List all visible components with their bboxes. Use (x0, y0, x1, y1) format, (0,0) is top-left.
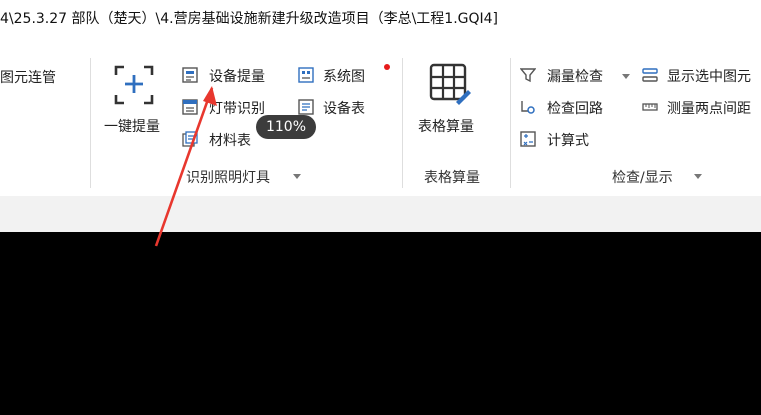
group-expand-caret[interactable] (293, 174, 301, 179)
system-diagram-icon (298, 67, 314, 83)
check-loop-label: 检查回路 (547, 101, 603, 117)
one-key-quantity-icon (114, 65, 154, 105)
identify-lighting-group-label: 识别照明灯具 (186, 170, 270, 186)
missing-check-label: 漏量检查 (547, 69, 603, 85)
table-calc-icon (429, 63, 471, 105)
system-diagram-button[interactable]: 系统图 (298, 64, 384, 86)
material-table-icon (182, 131, 198, 147)
window-title: 4\25.3.27 部队（楚天）\4.营房基础设施新建升级改造项目（李总\工程1… (0, 11, 499, 27)
formula-button[interactable]: 计算式 (520, 128, 610, 150)
drawing-canvas[interactable] (0, 232, 761, 415)
light-strip-recognize-label: 灯带识别 (209, 101, 265, 117)
system-diagram-label: 系统图 (323, 69, 365, 85)
device-table-button[interactable]: 设备表 (298, 96, 384, 118)
missing-check-dropdown-icon[interactable] (622, 74, 630, 79)
show-selected-label: 显示选中图元 (667, 69, 751, 85)
material-table-label: 材料表 (209, 133, 251, 149)
group-separator (510, 58, 511, 188)
table-calc-label: 表格算量 (418, 119, 474, 135)
check-loop-button[interactable]: 检查回路 (520, 96, 620, 118)
device-table-label: 设备表 (323, 101, 365, 117)
table-calc-group-label: 表格算量 (424, 170, 480, 186)
group-separator (90, 58, 91, 188)
formula-label: 计算式 (547, 133, 589, 149)
measure-distance-button[interactable]: 测量两点间距 (642, 96, 761, 118)
ruler-icon (642, 103, 658, 111)
missing-check-button[interactable]: 漏量检查 (520, 64, 632, 86)
device-table-icon (298, 99, 314, 115)
device-quantity-button[interactable]: 设备提量 (182, 64, 282, 86)
device-quantity-icon (182, 67, 198, 83)
group-separator (402, 58, 403, 188)
partial-ribbon-item[interactable]: 图元连管 (0, 67, 56, 87)
ribbon: 图元连管 一键提量 设备提量 灯带识别 材料表 系统图 设备表 识别照明灯具 表… (0, 34, 761, 197)
new-feature-dot (384, 64, 390, 70)
one-key-quantity-label: 一键提量 (104, 119, 160, 135)
zoom-tooltip: 110% (256, 115, 316, 139)
table-calc-button[interactable]: 表格算量 (412, 56, 492, 146)
formula-icon (520, 131, 536, 147)
toolbar-strip (0, 196, 761, 232)
check-loop-icon (521, 101, 535, 114)
check-display-group-label: 检查/显示 (612, 170, 673, 186)
light-strip-icon (182, 99, 198, 115)
title-bar: 4\25.3.27 部队（楚天）\4.营房基础设施新建升级改造项目（李总\工程1… (0, 0, 761, 34)
show-selected-button[interactable]: 显示选中图元 (642, 64, 761, 86)
filter-icon (520, 68, 536, 83)
group-expand-caret[interactable] (694, 174, 702, 179)
measure-distance-label: 测量两点间距 (667, 101, 751, 117)
device-quantity-label: 设备提量 (209, 69, 265, 85)
one-key-quantity-button[interactable]: 一键提量 (100, 56, 178, 146)
show-selected-icon (642, 68, 658, 82)
